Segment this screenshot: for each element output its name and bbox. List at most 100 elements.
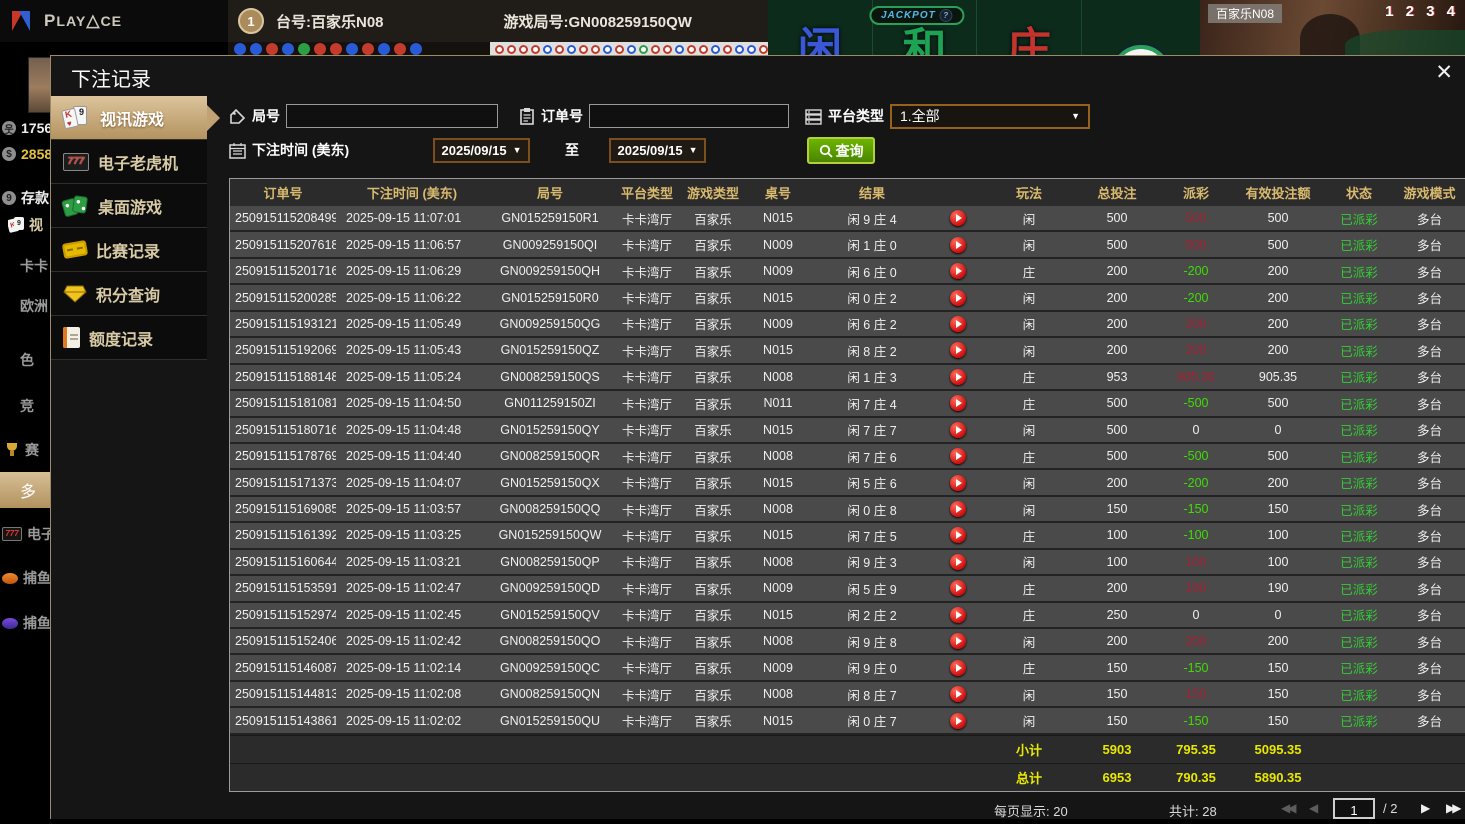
table-row[interactable]: 250915115193121 2025-09-15 11:05:49 GN00… (230, 312, 1465, 338)
table-row[interactable]: 250915115161392 2025-09-15 11:03:25 GN01… (230, 523, 1465, 549)
sidebar-item-quota-records[interactable]: 额度记录 (51, 316, 207, 360)
replay-button[interactable] (950, 633, 966, 649)
road-ring (495, 45, 504, 54)
cell-table-no: N015 (744, 338, 812, 362)
play-icon (956, 717, 962, 725)
order-input[interactable] (589, 104, 789, 128)
table-row[interactable]: 250915115169085 2025-09-15 11:03:57 GN00… (230, 497, 1465, 523)
cell-platform: 卡卡湾厅 (612, 523, 682, 547)
replay-button[interactable] (950, 342, 966, 358)
page-number-input[interactable]: 1 (1333, 798, 1375, 819)
sidebar-item-slots[interactable]: 777 电子老虎机 (51, 140, 207, 184)
replay-button[interactable] (950, 263, 966, 279)
cell-play: 闲 (984, 708, 1074, 732)
bet-time-label: 下注时间 (美东) (252, 140, 349, 160)
replay-button[interactable] (950, 713, 966, 729)
sidebar-item-contest-records[interactable]: 比赛记录 (51, 228, 207, 272)
platform-select[interactable]: 1.全部 ▼ (890, 104, 1090, 129)
table-row[interactable]: 250915115143861 2025-09-15 11:02:02 GN01… (230, 708, 1465, 734)
replay-button[interactable] (950, 290, 966, 306)
sidebar-item-video-games[interactable]: 9K 视讯游戏 (51, 96, 207, 140)
cell-mode: 多台 (1394, 338, 1465, 362)
cell-result: 闲 9 庄 3 (812, 550, 932, 574)
status-badge: 已派彩 (1324, 206, 1394, 230)
replay-button[interactable] (950, 448, 966, 464)
cell-table-no: N009 (744, 576, 812, 600)
payout-cell: -500 (1160, 444, 1232, 468)
replay-button[interactable] (950, 686, 966, 702)
replay-button[interactable] (950, 422, 966, 438)
round-input[interactable] (286, 104, 498, 128)
play-icon (956, 346, 962, 354)
table-row[interactable]: 250915115160644 2025-09-15 11:03:21 GN00… (230, 550, 1465, 576)
table-row[interactable]: 250915115144813 2025-09-15 11:02:08 GN00… (230, 682, 1465, 708)
road-bead (298, 43, 310, 55)
cell-bet-time: 2025-09-15 11:05:24 (336, 365, 488, 389)
table-row[interactable]: 250915115152974 2025-09-15 11:02:45 GN01… (230, 603, 1465, 629)
replay-button[interactable] (950, 395, 966, 411)
replay-button[interactable] (950, 501, 966, 517)
table-row[interactable]: 250915115188148 2025-09-15 11:05:24 GN00… (230, 365, 1465, 391)
table-row[interactable]: 250915115201716 2025-09-15 11:06:29 GN00… (230, 259, 1465, 285)
table-row[interactable]: 250915115146087 2025-09-15 11:02:14 GN00… (230, 655, 1465, 681)
play-icon (956, 479, 962, 487)
sidebar-item-points-query[interactable]: 积分查询 (51, 272, 207, 316)
cell-result: 闲 8 庄 2 (812, 338, 932, 362)
road-ring (759, 45, 768, 54)
cell-table-no: N008 (744, 629, 812, 653)
table-row[interactable]: 250915115180716 2025-09-15 11:04:48 GN01… (230, 418, 1465, 444)
cell-result: 闲 5 庄 6 (812, 470, 932, 494)
cell-platform: 卡卡湾厅 (612, 312, 682, 336)
replay-button[interactable] (950, 527, 966, 543)
table-row[interactable]: 250915115178769 2025-09-15 11:04:40 GN00… (230, 444, 1465, 470)
prev-page-button[interactable]: ◀ (1309, 801, 1315, 815)
cell-mode: 多台 (1394, 550, 1465, 574)
payout-cell: 0 (1160, 418, 1232, 442)
replay-button[interactable] (950, 316, 966, 332)
replay-button[interactable] (950, 660, 966, 676)
replay-button[interactable] (950, 210, 966, 226)
last-page-button[interactable]: ▶▶ (1446, 801, 1458, 815)
replay-button[interactable] (950, 237, 966, 253)
replay-button[interactable] (950, 475, 966, 491)
next-page-button[interactable]: ▶ (1421, 801, 1427, 815)
cell-play: 庄 (984, 391, 1074, 415)
app-logo: PLAY△CE (0, 0, 228, 42)
cell-order-id: 250915115180716 (230, 418, 336, 442)
cell-round-id: GN015259150R0 (488, 285, 612, 309)
replay-button[interactable] (950, 554, 966, 570)
status-badge: 已派彩 (1324, 655, 1394, 679)
fish-icon (2, 573, 18, 584)
replay-button[interactable] (950, 580, 966, 596)
date-to-select[interactable]: 2025/09/15 ▼ (609, 138, 706, 163)
cell-bet-time: 2025-09-15 11:02:47 (336, 576, 488, 600)
payout-cell: -200 (1160, 470, 1232, 494)
cell-mode: 多台 (1394, 629, 1465, 653)
date-from-select[interactable]: 2025/09/15 ▼ (433, 138, 530, 163)
cell-play: 闲 (984, 682, 1074, 706)
table-row[interactable]: 250915115171373 2025-09-15 11:04:07 GN01… (230, 470, 1465, 496)
road-bead (234, 43, 246, 55)
replay-button[interactable] (950, 607, 966, 623)
cell-result: 闲 7 庄 4 (812, 391, 932, 415)
table-row[interactable]: 250915115152406 2025-09-15 11:02:42 GN00… (230, 629, 1465, 655)
sidebar-item-table-games[interactable]: 桌面游戏 (51, 184, 207, 228)
table-row[interactable]: 250915115200285 2025-09-15 11:06:22 GN01… (230, 285, 1465, 311)
table-row[interactable]: 250915115208499 2025-09-15 11:07:01 GN01… (230, 206, 1465, 232)
jackpot-help-icon[interactable]: ? (940, 9, 953, 22)
cell-replay (932, 338, 984, 362)
table-row[interactable]: 250915115207618 2025-09-15 11:06:57 GN00… (230, 232, 1465, 258)
cell-replay (932, 365, 984, 389)
search-button[interactable]: 查询 (807, 137, 875, 164)
grand-total-total-bet: 6953 (1074, 764, 1160, 791)
cell-game-type: 百家乐 (682, 655, 744, 679)
table-row[interactable]: 250915115181081 2025-09-15 11:04:50 GN01… (230, 391, 1465, 417)
cell-mode: 多台 (1394, 603, 1465, 627)
first-page-button[interactable]: ◀◀ (1281, 801, 1293, 815)
cell-round-id: GN015259150QY (488, 418, 612, 442)
table-row[interactable]: 250915115192069 2025-09-15 11:05:43 GN01… (230, 338, 1465, 364)
table-row[interactable]: 250915115153591 2025-09-15 11:02:47 GN00… (230, 576, 1465, 602)
cell-game-type: 百家乐 (682, 391, 744, 415)
subtotal-label: 小计 (984, 736, 1074, 763)
replay-button[interactable] (950, 369, 966, 385)
